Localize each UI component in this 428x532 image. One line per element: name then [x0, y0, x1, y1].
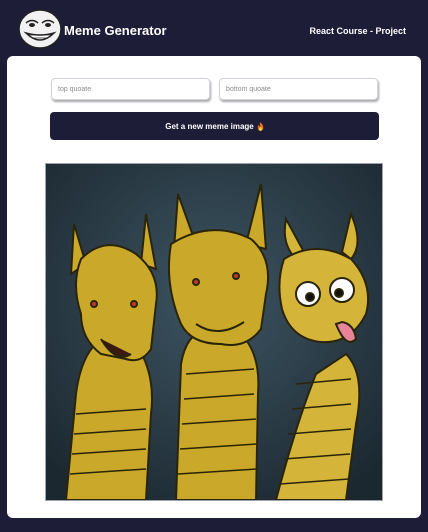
app-title: Meme Generator: [64, 23, 167, 38]
top-text-input[interactable]: [51, 78, 210, 100]
flame-icon: [257, 121, 264, 131]
meme-image: [45, 163, 383, 501]
app-header: Meme Generator React Course - Project: [0, 0, 428, 56]
bottom-text-input[interactable]: [219, 78, 378, 100]
troll-face-icon: [18, 9, 62, 49]
get-meme-button-label: Get a new meme image: [165, 121, 254, 131]
get-meme-button[interactable]: Get a new meme image: [50, 112, 379, 140]
meme-card: Get a new meme image: [7, 56, 421, 518]
dragon-illustration: [46, 164, 382, 500]
course-label: React Course - Project: [309, 26, 406, 36]
